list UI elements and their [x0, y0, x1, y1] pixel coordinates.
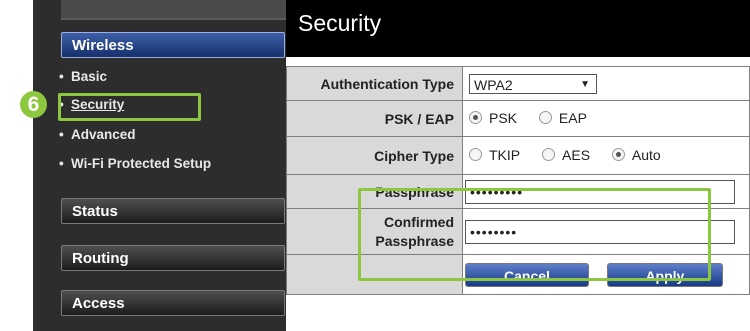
menu-routing-button[interactable]: Routing — [61, 245, 285, 271]
bullet-icon: • — [59, 127, 64, 142]
dropdown-arrow-icon: ▼ — [580, 78, 590, 90]
radio-empty-icon — [469, 148, 482, 162]
sidebar-item-label: Wi-Fi Protected Setup — [71, 156, 212, 171]
menu-status-button[interactable]: Status — [61, 198, 285, 224]
auth-type-select[interactable]: WPA2 ▼ — [469, 73, 597, 94]
tkip-radio[interactable]: TKIP — [469, 147, 520, 163]
page-header: Security — [286, 0, 750, 57]
sidebar-item-label: Basic — [71, 69, 108, 84]
step-number-badge: 6 — [20, 91, 47, 118]
aes-radio-label: AES — [562, 146, 591, 163]
bullet-icon: • — [59, 69, 64, 84]
psk-radio[interactable]: PSK — [469, 110, 517, 126]
header-spacer — [286, 57, 750, 66]
aes-radio[interactable]: AES — [542, 147, 590, 163]
sidebar-item-advanced[interactable]: • Advanced — [59, 127, 136, 142]
sidebar-item-basic[interactable]: • Basic — [59, 69, 107, 84]
auth-type-label: Authentication Type — [286, 66, 463, 101]
page-title: Security — [298, 10, 382, 36]
bullet-icon: • — [59, 156, 64, 171]
security-highlight-box — [58, 93, 201, 121]
passphrase-highlight-box — [358, 188, 711, 281]
tkip-radio-label: TKIP — [489, 146, 521, 163]
radio-selected-icon — [469, 111, 482, 125]
sidebar-top-button[interactable] — [61, 0, 286, 20]
menu-wireless-button[interactable]: Wireless — [61, 32, 285, 58]
menu-access-button[interactable]: Access — [61, 290, 285, 316]
sidebar-item-wps[interactable]: • Wi-Fi Protected Setup — [59, 156, 211, 171]
auto-radio-label: Auto — [631, 146, 661, 163]
radio-selected-icon — [611, 148, 625, 162]
sidebar: Wireless • Basic • Security • Advanced • Wi-… — [33, 0, 286, 331]
sidebar-item-label: Advanced — [71, 127, 136, 142]
radio-empty-icon — [538, 111, 552, 125]
psk-radio-label: PSK — [489, 109, 518, 126]
radio-empty-icon — [542, 148, 556, 162]
auth-type-value: WPA2 — [474, 76, 513, 93]
psk-eap-label: PSK / EAP — [286, 100, 463, 137]
cipher-type-label: Cipher Type — [286, 136, 463, 175]
eap-radio-label: EAP — [558, 109, 587, 126]
auto-radio[interactable]: Auto — [611, 146, 661, 163]
eap-radio[interactable]: EAP — [538, 109, 587, 126]
